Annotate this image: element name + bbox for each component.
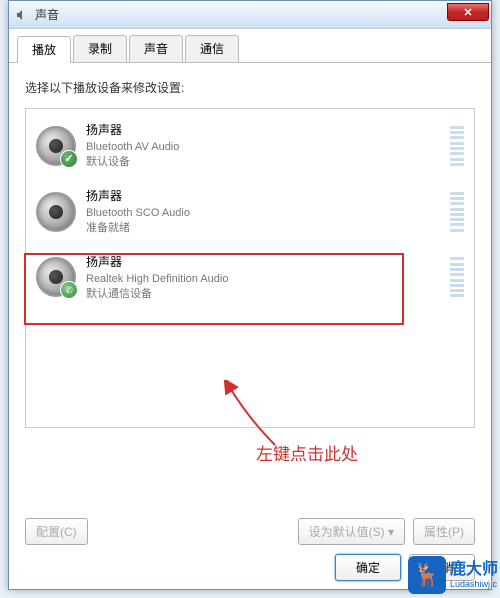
device-title: 扬声器 — [86, 187, 450, 204]
dialog-button-row: 确定 取消 — [335, 554, 475, 581]
device-info: 扬声器 Realtek High Definition Audio 默认通信设备 — [86, 253, 450, 303]
device-status: 默认通信设备 — [86, 287, 450, 302]
speaker-icon — [36, 192, 76, 232]
tab-sounds[interactable]: 声音 — [129, 35, 183, 62]
cancel-button[interactable]: 取消 — [409, 554, 475, 581]
level-meter — [450, 192, 464, 232]
speaker-icon: ✓ — [36, 126, 76, 166]
tab-bar: 播放 录制 声音 通信 — [9, 29, 491, 63]
tab-communications[interactable]: 通信 — [185, 35, 239, 62]
device-info: 扬声器 Bluetooth SCO Audio 准备就绪 — [86, 187, 450, 237]
device-list[interactable]: ✓ 扬声器 Bluetooth AV Audio 默认设备 扬声器 Blueto… — [25, 108, 475, 428]
level-meter — [450, 257, 464, 297]
device-title: 扬声器 — [86, 253, 450, 270]
device-item[interactable]: 扬声器 Bluetooth SCO Audio 准备就绪 — [30, 179, 470, 245]
configure-button[interactable]: 配置(C) — [25, 518, 88, 545]
properties-button[interactable]: 属性(P) — [413, 518, 475, 545]
tab-content: 选择以下播放设备来修改设置: ✓ 扬声器 Bluetooth AV Audio … — [9, 63, 491, 444]
instruction-text: 选择以下播放设备来修改设置: — [25, 79, 475, 96]
ok-button[interactable]: 确定 — [335, 554, 401, 581]
bottom-button-row: 配置(C) 设为默认值(S) ▾ 属性(P) — [25, 518, 475, 545]
tab-recording[interactable]: 录制 — [73, 35, 127, 62]
device-item[interactable]: ✆ 扬声器 Realtek High Definition Audio 默认通信… — [30, 245, 470, 311]
close-button[interactable]: ✕ — [447, 3, 489, 21]
tab-playback[interactable]: 播放 — [17, 36, 71, 63]
device-subtitle: Bluetooth AV Audio — [86, 140, 450, 155]
device-subtitle: Bluetooth SCO Audio — [86, 206, 450, 221]
device-subtitle: Realtek High Definition Audio — [86, 272, 450, 287]
set-default-button[interactable]: 设为默认值(S) ▾ — [298, 518, 405, 545]
window-title: 声音 — [35, 6, 59, 23]
device-status: 准备就绪 — [86, 221, 450, 236]
speaker-icon: ✆ — [36, 257, 76, 297]
sound-dialog: 声音 ✕ 播放 录制 声音 通信 选择以下播放设备来修改设置: ✓ 扬声器 Bl… — [8, 0, 492, 590]
device-title: 扬声器 — [86, 121, 450, 138]
device-info: 扬声器 Bluetooth AV Audio 默认设备 — [86, 121, 450, 171]
device-status: 默认设备 — [86, 155, 450, 170]
comm-badge-icon: ✆ — [60, 281, 78, 299]
device-item[interactable]: ✓ 扬声器 Bluetooth AV Audio 默认设备 — [30, 113, 470, 179]
default-badge-icon: ✓ — [60, 150, 78, 168]
level-meter — [450, 126, 464, 166]
sound-icon — [13, 7, 29, 23]
titlebar[interactable]: 声音 ✕ — [9, 1, 491, 29]
